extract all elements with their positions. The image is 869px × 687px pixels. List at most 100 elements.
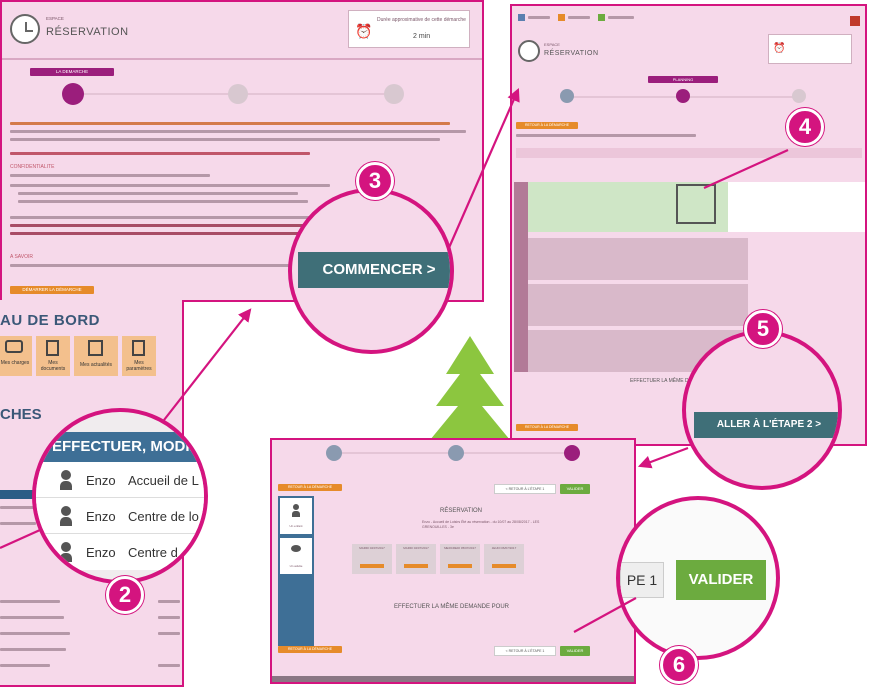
back-step-1-bottom[interactable]: < RETOUR À L'ÉTAPE 1: [494, 646, 556, 656]
child-name: Enzo: [86, 545, 116, 560]
place-name: Accueil de L: [128, 473, 199, 488]
page-title: RÉSERVATION: [544, 50, 599, 57]
step-1[interactable]: [326, 445, 342, 461]
back-step-1-button[interactable]: < RETOUR À L'ÉTAPE 1: [494, 484, 556, 494]
section-title: CHES: [0, 406, 42, 423]
valider-button[interactable]: VALIDER: [676, 560, 766, 600]
list-row[interactable]: [0, 664, 50, 667]
list-row[interactable]: [158, 664, 180, 667]
tile-actualites[interactable]: Mes actualités: [74, 336, 118, 376]
step-2-active[interactable]: [676, 89, 690, 103]
back-to-demarche-button[interactable]: RETOUR À LA DÉMARCHE: [278, 484, 342, 491]
text-line: [10, 152, 310, 155]
list-row[interactable]: [158, 632, 180, 635]
tab-planning[interactable]: PLANNING: [648, 76, 718, 83]
step-badge-2: 2: [106, 576, 144, 614]
filter-bar: [516, 148, 862, 158]
place-name: Centre d: [128, 545, 178, 560]
duration-label: Durée approximative de cette démarche: [377, 17, 466, 23]
zoom-row-3[interactable]: Enzo Centre d: [36, 534, 204, 570]
list-row[interactable]: [0, 522, 36, 525]
step-2[interactable]: [228, 84, 248, 104]
day-card[interactable]: MERCREDI 05/07/2017: [440, 544, 480, 574]
car-icon: [5, 340, 23, 353]
validate-button[interactable]: VALIDER: [560, 484, 590, 494]
list-row[interactable]: [0, 632, 70, 635]
step-2[interactable]: [448, 445, 464, 461]
list-row[interactable]: [158, 616, 180, 619]
zoom-list-header: EFFECTUER, MODIF: [36, 432, 204, 462]
place-name: Centre de lo: [128, 509, 199, 524]
newspaper-icon: [88, 340, 103, 356]
child-tile[interactable]: Un enfant: [280, 498, 312, 534]
commencer-button[interactable]: COMMENCER >: [298, 252, 450, 288]
zoom-next-step: ALLER À L'ÉTAPE 2 >: [682, 330, 842, 490]
step-badge-6: 6: [660, 646, 698, 684]
step-badge-5: 5: [744, 310, 782, 348]
zoom-list: EFFECTUER, MODIF Enzo Accueil de L Enzo …: [32, 408, 208, 584]
start-demarche-button[interactable]: DÉMARRER LA DÉMARCHE: [10, 286, 94, 294]
selected-cell[interactable]: [676, 184, 716, 224]
day-card[interactable]: MARDI 04/07/2017: [396, 544, 436, 574]
clock-icon: [10, 14, 40, 44]
top-tabs: [518, 14, 668, 22]
speech-icon: [291, 545, 301, 552]
tile-charges[interactable]: Mes charges: [0, 336, 32, 376]
clock-icon: [518, 40, 540, 62]
step-badge-4: 4: [786, 108, 824, 146]
step-3-active[interactable]: [564, 445, 580, 461]
person-icon: [60, 470, 72, 490]
text-line: [10, 224, 320, 227]
tile-label: Mes actualités: [80, 362, 112, 368]
text-line: [10, 130, 466, 133]
list-row[interactable]: [158, 600, 180, 603]
tab-demarche[interactable]: LA DEMARCHE: [30, 68, 114, 76]
footer-bar: [272, 676, 634, 682]
section-heading-2: A SAVOIR: [10, 254, 33, 260]
text-line: [10, 138, 440, 141]
zoom-row-1[interactable]: Enzo Accueil de L: [36, 462, 204, 498]
side-label-1: Un enfant: [289, 524, 303, 528]
text-line: [10, 264, 310, 267]
zoom-start: COMMENCER >: [288, 188, 454, 354]
list-row[interactable]: [0, 600, 60, 603]
text-line: [10, 174, 210, 177]
step-3[interactable]: [792, 89, 806, 103]
day-card[interactable]: MARDI 04/07/2017: [352, 544, 392, 574]
back-to-demarche-bottom[interactable]: RETOUR À LA DÉMARCHE: [516, 424, 578, 431]
dashboard-heading: AU DE BORD: [0, 312, 101, 329]
close-icon[interactable]: [850, 16, 860, 26]
step-1-active[interactable]: [62, 83, 84, 105]
back-to-demarche-button[interactable]: RETOUR À LA DÉMARCHE: [516, 122, 578, 129]
arrow-5-to-6: [637, 446, 689, 469]
section-heading-1: CONFIDENTIALITE: [10, 164, 55, 170]
step-1[interactable]: [560, 89, 574, 103]
zoom-row-2[interactable]: Enzo Centre de lo: [36, 498, 204, 534]
text-line: [10, 122, 450, 125]
adult-tile[interactable]: Un adulte: [280, 538, 312, 574]
text-line: [10, 184, 330, 187]
tile-documents[interactable]: Mes documents: [36, 336, 70, 376]
step-3[interactable]: [384, 84, 404, 104]
step-badge-3: 3: [356, 162, 394, 200]
tree-decoration: [430, 336, 510, 446]
list-row[interactable]: [0, 648, 66, 651]
list-row[interactable]: [0, 616, 64, 619]
duration-box: ⏰ Durée approximative de cette démarche …: [348, 10, 470, 48]
person-icon: [60, 542, 72, 562]
back-fragment[interactable]: PE 1: [620, 562, 664, 598]
day-card[interactable]: JEUDI 06/07/2017: [484, 544, 524, 574]
child-name: Enzo: [86, 509, 116, 524]
alarm-icon: ⏰: [355, 23, 373, 39]
text-line: [516, 134, 696, 137]
validate-bottom[interactable]: VALIDER: [560, 646, 590, 656]
duration-value: 2 min: [413, 33, 431, 40]
tile-parametres[interactable]: Mes paramètres: [122, 336, 156, 376]
reservation-summary: Enzo - Accueil de Loisirs Été au réserva…: [422, 520, 540, 529]
back-to-demarche-bottom[interactable]: RETOUR À LA DÉMARCHE: [278, 646, 342, 653]
tile-label: Mes paramètres: [126, 360, 152, 372]
tutorial-composite: ESPACE RÉSERVATION ⏰ Durée approximative…: [0, 0, 869, 687]
go-step-2-button[interactable]: ALLER À L'ÉTAPE 2 >: [694, 412, 838, 438]
side-label-2: Un adulte: [289, 564, 303, 568]
reservation-title: RÉSERVATION: [440, 508, 483, 514]
